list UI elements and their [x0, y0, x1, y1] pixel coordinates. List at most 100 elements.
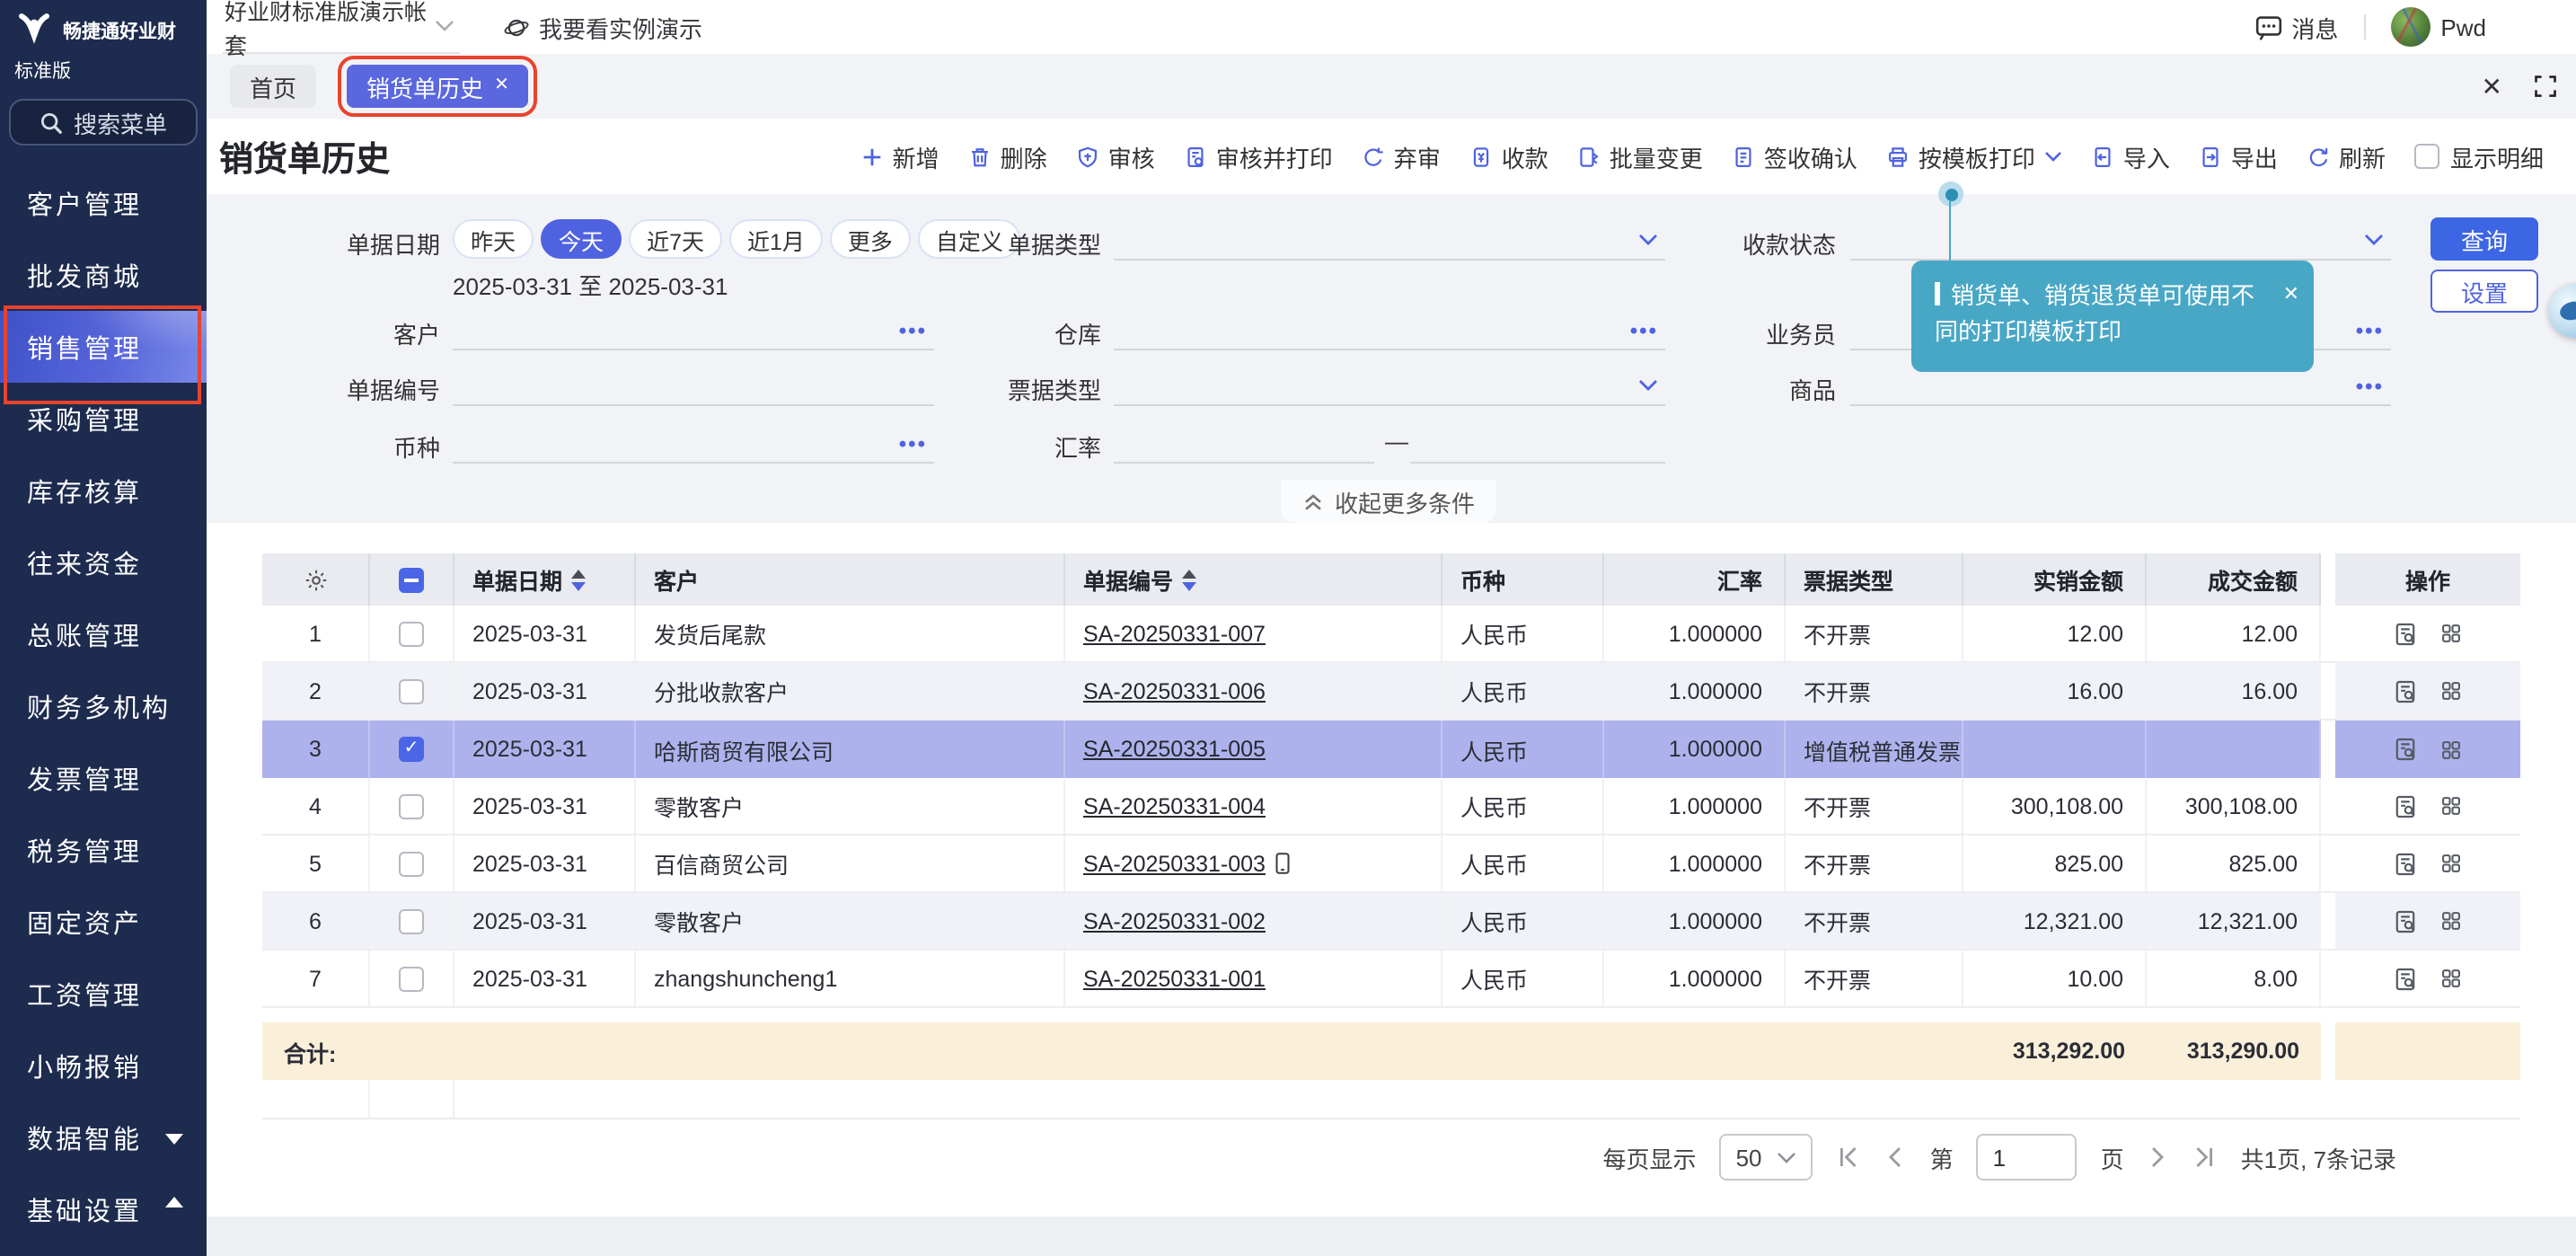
row-select-cell[interactable]: [370, 663, 454, 719]
tab-2[interactable]: 销货单历史✕: [347, 65, 529, 108]
sidebar-item-3[interactable]: 销售管理: [0, 311, 207, 383]
avatar[interactable]: [2390, 7, 2430, 47]
query-button[interactable]: 查询: [2430, 217, 2538, 261]
row-select-cell[interactable]: [370, 778, 454, 834]
sidebar-item-13[interactable]: 小畅报销: [0, 1030, 207, 1101]
view-detail-icon[interactable]: [2393, 966, 2418, 991]
more-actions-icon[interactable]: [2439, 679, 2463, 703]
sidebar-item-6[interactable]: 往来资金: [0, 526, 207, 598]
sort-desc-icon[interactable]: [1182, 581, 1196, 590]
fullscreen-icon[interactable]: [2533, 74, 2558, 99]
view-detail-icon[interactable]: [2393, 737, 2418, 762]
doc-no-input[interactable]: [453, 367, 934, 406]
more-actions-icon[interactable]: [2439, 852, 2463, 875]
row-checkbox[interactable]: [399, 908, 424, 933]
row-select-cell[interactable]: [370, 721, 454, 778]
doc-link[interactable]: SA-20250331-007: [1083, 621, 1266, 646]
account-selector[interactable]: 好业财标准版演示帐套: [223, 1, 460, 53]
doc-type-select[interactable]: [1114, 221, 1665, 261]
gear-icon[interactable]: [303, 567, 328, 592]
ellipsis-icon[interactable]: •••: [899, 317, 927, 342]
more-actions-icon[interactable]: [2439, 738, 2463, 761]
view-detail-icon[interactable]: [2393, 678, 2418, 703]
sidebar-item-14[interactable]: 数据智能: [0, 1101, 207, 1173]
toolbar-button-sign[interactable]: 签收确认: [1732, 139, 1857, 173]
doc-link[interactable]: SA-20250331-002: [1083, 908, 1266, 933]
date-pill-昨天[interactable]: 昨天: [453, 219, 534, 259]
view-detail-icon[interactable]: [2393, 621, 2418, 646]
toolbar-button-undo[interactable]: 弃审: [1362, 139, 1441, 173]
sort-icons[interactable]: [571, 569, 586, 590]
doc-link[interactable]: SA-20250331-005: [1083, 737, 1266, 762]
search-menu[interactable]: 搜索菜单: [9, 99, 198, 146]
date-range-value[interactable]: 2025-03-31 至 2025-03-31: [453, 268, 728, 302]
row-checkbox[interactable]: [399, 678, 424, 703]
toolbar-button-import[interactable]: 导入: [2091, 139, 2170, 173]
row-checkbox[interactable]: [399, 851, 424, 876]
view-detail-icon[interactable]: [2393, 851, 2418, 876]
date-pill-近1月[interactable]: 近1月: [729, 219, 823, 259]
ellipsis-icon[interactable]: •••: [899, 430, 927, 456]
row-select-cell[interactable]: [370, 893, 454, 949]
first-page-icon[interactable]: [1837, 1145, 1862, 1170]
page-size-select[interactable]: 50: [1720, 1134, 1813, 1181]
sort-desc-icon[interactable]: [571, 581, 586, 590]
sidebar-item-10[interactable]: 税务管理: [0, 814, 207, 886]
toolbar-button-refresh[interactable]: 刷新: [2307, 139, 2386, 173]
settings-button[interactable]: 设置: [2430, 270, 2538, 313]
row-checkbox[interactable]: [399, 966, 424, 991]
toolbar-button-money[interactable]: 收款: [1469, 139, 1548, 173]
toolbar-button-export[interactable]: 导出: [2199, 139, 2278, 173]
toolbar-button-doc-print[interactable]: 审核并打印: [1184, 139, 1333, 173]
sort-asc-icon[interactable]: [1182, 569, 1196, 578]
customer-lookup[interactable]: •••: [453, 311, 934, 350]
date-pill-更多[interactable]: 更多: [830, 219, 911, 259]
sidebar-item-1[interactable]: 客户管理: [0, 167, 207, 239]
currency-lookup[interactable]: •••: [453, 424, 934, 464]
select-all-checkbox[interactable]: [399, 567, 424, 592]
ellipsis-icon[interactable]: •••: [2356, 373, 2384, 398]
toolbar-button-batch[interactable]: 批量变更: [1577, 139, 1703, 173]
column-settings-cell[interactable]: [262, 553, 370, 606]
messages-button[interactable]: 消息: [2254, 10, 2338, 44]
doc-link[interactable]: SA-20250331-004: [1083, 793, 1266, 818]
ellipsis-icon[interactable]: •••: [1630, 317, 1658, 342]
sort-asc-icon[interactable]: [571, 569, 586, 578]
invoice-type-select[interactable]: [1114, 367, 1665, 406]
row-select-cell[interactable]: [370, 836, 454, 891]
column-header-3[interactable]: 单据编号: [1065, 553, 1442, 606]
exchange-rate-from-input[interactable]: [1114, 424, 1374, 464]
prev-page-icon[interactable]: [1885, 1145, 1907, 1170]
receipt-status-select[interactable]: [1850, 221, 2391, 261]
page-number-input[interactable]: [1977, 1134, 2078, 1181]
more-actions-icon[interactable]: [2439, 794, 2463, 818]
row-select-cell[interactable]: [370, 951, 454, 1006]
toolbar-button-plus[interactable]: 新增: [860, 139, 940, 173]
sidebar-item-16[interactable]: 基础信息: [0, 1245, 207, 1256]
row-checkbox[interactable]: [399, 737, 424, 762]
warehouse-lookup[interactable]: •••: [1114, 311, 1665, 350]
view-detail-icon[interactable]: [2393, 793, 2418, 818]
tab-1[interactable]: 首页: [230, 65, 316, 108]
goods-lookup[interactable]: •••: [1850, 367, 2391, 406]
doc-link[interactable]: SA-20250331-001: [1083, 966, 1266, 991]
date-pill-近7天[interactable]: 近7天: [629, 219, 722, 259]
close-icon[interactable]: ✕: [494, 77, 509, 95]
doc-link[interactable]: SA-20250331-003: [1083, 851, 1266, 876]
sidebar-item-4[interactable]: 采购管理: [0, 383, 207, 455]
row-checkbox[interactable]: [399, 621, 424, 646]
show-detail-toggle[interactable]: 显示明细: [2414, 139, 2544, 173]
show-detail-checkbox[interactable]: [2414, 144, 2439, 169]
sidebar-item-5[interactable]: 库存核算: [0, 455, 207, 526]
select-all-cell[interactable]: [370, 553, 454, 606]
sidebar-item-15[interactable]: 基础设置: [0, 1173, 207, 1245]
sidebar-item-11[interactable]: 固定资产: [0, 886, 207, 958]
close-icon[interactable]: ✕: [2482, 71, 2502, 102]
exchange-rate-to-input[interactable]: [1410, 424, 1665, 464]
date-pill-今天[interactable]: 今天: [541, 219, 622, 259]
sidebar-item-7[interactable]: 总账管理: [0, 598, 207, 670]
toolbar-button-printer[interactable]: 按模板打印: [1886, 139, 2062, 173]
next-page-icon[interactable]: [2148, 1145, 2169, 1170]
demo-link[interactable]: 我要看实例演示: [503, 10, 702, 44]
last-page-icon[interactable]: [2192, 1145, 2218, 1170]
